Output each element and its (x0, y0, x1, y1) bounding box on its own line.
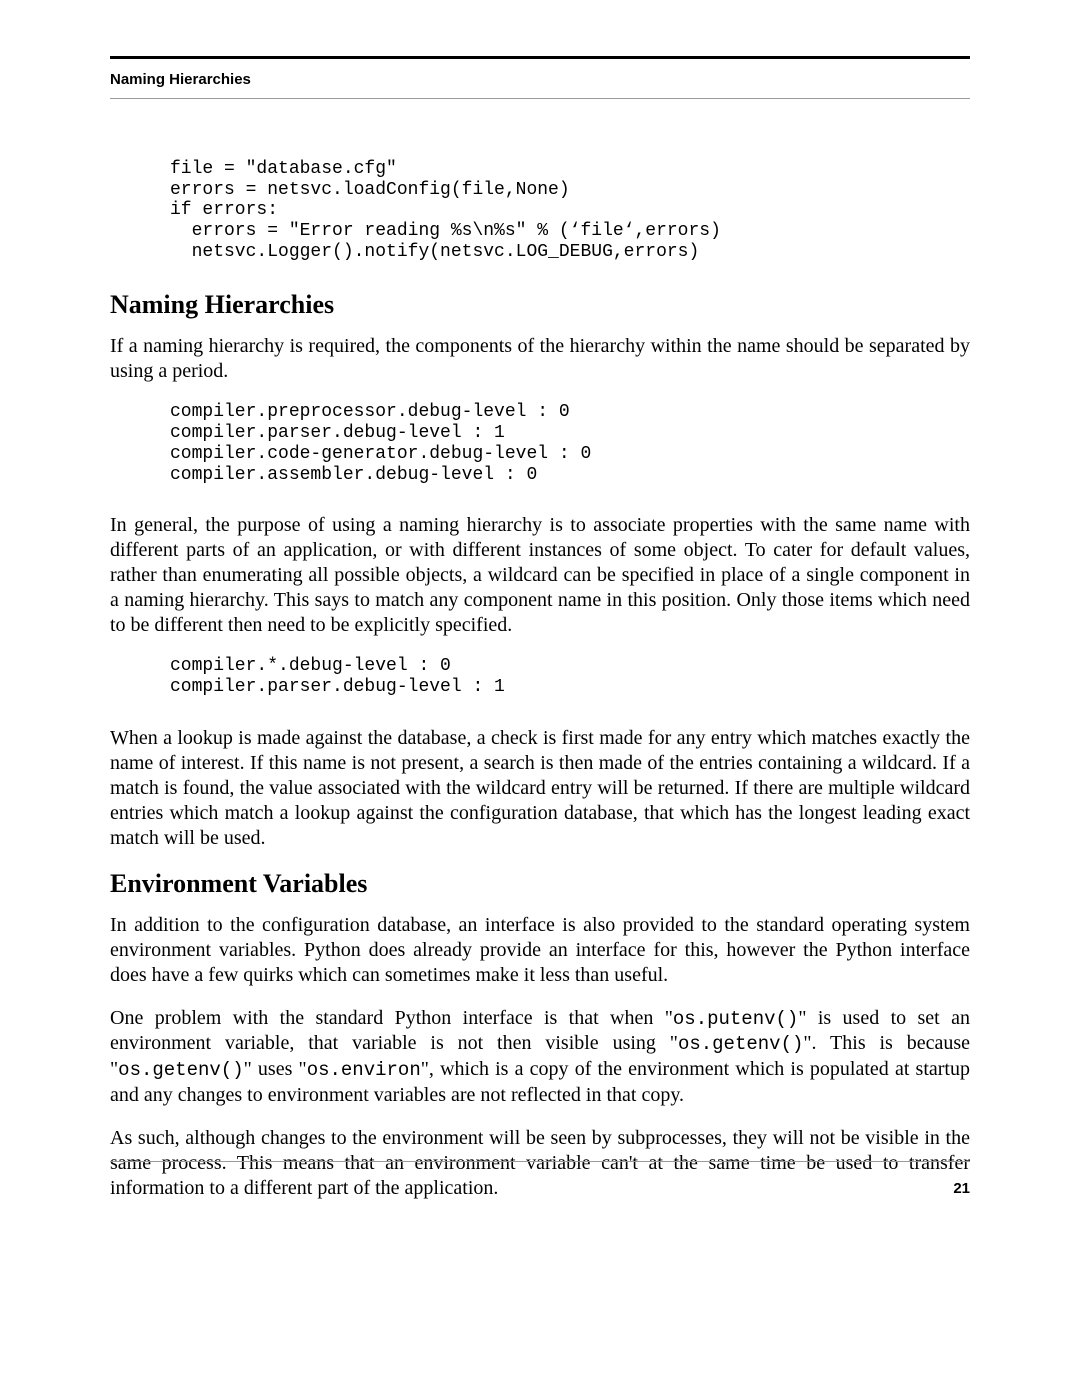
code-os-getenv-2: os.getenv() (118, 1059, 243, 1081)
env-p2-a: One problem with the standard Python int… (110, 1007, 673, 1029)
env-p2-d: " uses " (244, 1058, 307, 1080)
env-p2: One problem with the standard Python int… (110, 1006, 970, 1108)
foot-rule (110, 1161, 970, 1162)
page-number: 21 (110, 1180, 970, 1197)
section-title-naming: Naming Hierarchies (110, 290, 970, 320)
naming-p2: In general, the purpose of using a namin… (110, 513, 970, 638)
page: Naming Hierarchies file = "database.cfg"… (0, 0, 1080, 1397)
code-block-2: compiler.preprocessor.debug-level : 0 co… (170, 402, 970, 485)
naming-p1: If a naming hierarchy is required, the c… (110, 334, 970, 384)
code-block-1: file = "database.cfg" errors = netsvc.lo… (170, 159, 970, 262)
code-os-getenv: os.getenv() (678, 1033, 803, 1055)
head-rule (110, 98, 970, 99)
code-os-putenv: os.putenv() (673, 1008, 798, 1030)
naming-p3: When a lookup is made against the databa… (110, 726, 970, 851)
env-p1: In addition to the configuration databas… (110, 913, 970, 988)
top-rule (110, 56, 970, 59)
section-title-env: Environment Variables (110, 869, 970, 899)
footer: 21 (110, 1161, 970, 1197)
running-head: Naming Hierarchies (110, 71, 970, 88)
code-os-environ: os.environ (307, 1059, 421, 1081)
code-block-3: compiler.*.debug-level : 0 compiler.pars… (170, 656, 970, 697)
